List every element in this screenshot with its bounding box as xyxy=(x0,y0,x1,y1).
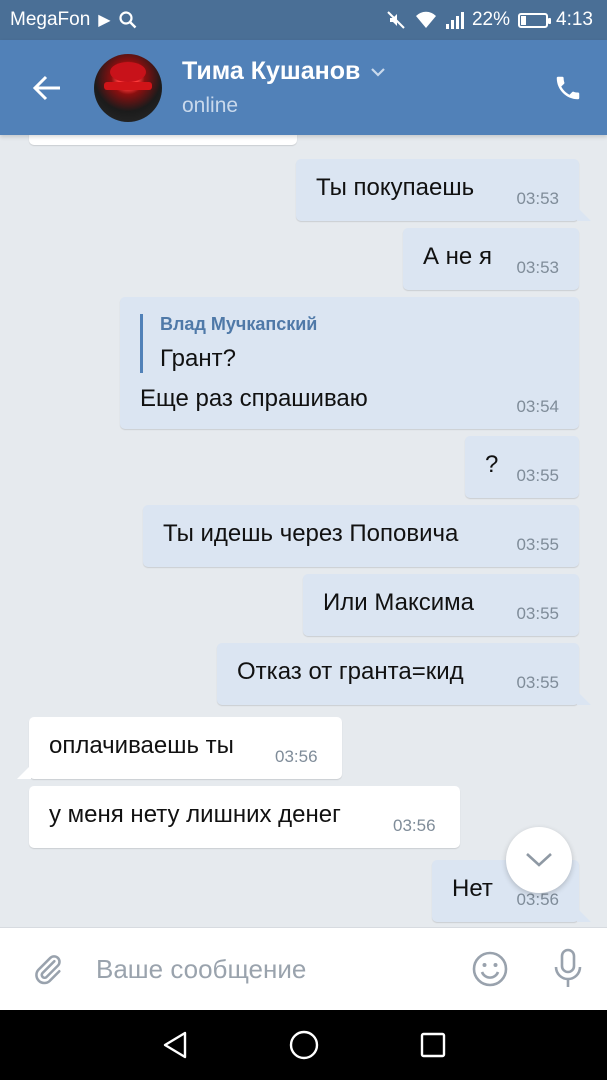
status-bar: MegaFon ▶ 22% 4:13 xyxy=(0,0,607,40)
contact-info[interactable]: Тима Кушанов online xyxy=(182,57,533,118)
message-text: Ты идешь через Поповича xyxy=(163,520,459,547)
message-text: А не я xyxy=(423,243,492,270)
microphone-icon xyxy=(554,948,582,987)
status-bar-right: 22% 4:13 xyxy=(386,9,593,31)
bubble-tail xyxy=(577,691,591,705)
message-bubble-outgoing[interactable]: А не я 03:53 xyxy=(403,228,579,290)
bubble-tail xyxy=(577,207,591,221)
message-time: 03:53 xyxy=(516,258,559,277)
message-text: оплачиваешь ты xyxy=(49,732,234,759)
signal-icon xyxy=(445,11,464,29)
nav-recents-button[interactable] xyxy=(413,1025,453,1065)
nav-recents-icon xyxy=(420,1032,445,1058)
reply-text: Грант? xyxy=(160,345,236,372)
message-bubble-incoming[interactable] xyxy=(29,135,297,145)
voice-message-button[interactable] xyxy=(529,928,607,1011)
message-bubble-reply[interactable]: Влад Мучкапский Грант? Еще раз спрашиваю… xyxy=(120,297,579,429)
scroll-down-button[interactable] xyxy=(506,827,572,893)
message-text: Еще раз спрашиваю xyxy=(140,385,368,412)
contact-status: online xyxy=(182,94,239,117)
emoji-button[interactable] xyxy=(451,928,529,1011)
message-text: Или Максима xyxy=(323,589,474,616)
message-bubble-incoming[interactable]: оплачиваешь ты 03:56 xyxy=(17,717,342,779)
clock: 4:13 xyxy=(556,9,593,30)
message-time: 03:55 xyxy=(516,535,559,554)
call-button[interactable] xyxy=(533,40,603,135)
message-text: у меня нету лишних денег xyxy=(49,801,341,828)
chevron-down-icon xyxy=(526,853,552,867)
status-bar-left: MegaFon ▶ xyxy=(10,9,137,31)
message-composer xyxy=(0,927,607,1010)
message-bubble-outgoing[interactable]: Отказ от гранта=кид 03:55 xyxy=(217,643,591,705)
bubble-tail xyxy=(577,908,591,922)
system-navigation-bar xyxy=(0,1010,607,1080)
message-time: 03:53 xyxy=(516,189,559,208)
message-text: ? xyxy=(485,451,499,478)
bubble-tail xyxy=(17,765,31,779)
message-time: 03:55 xyxy=(516,604,559,623)
paperclip-icon xyxy=(35,955,61,985)
message-list[interactable]: Ты покупаешь 03:53 А не я 03:53 Влад Муч… xyxy=(0,135,607,927)
search-icon xyxy=(118,11,136,29)
battery-level-fill xyxy=(521,15,527,25)
reply-quote[interactable]: Влад Мучкапский Грант? xyxy=(140,314,317,373)
message-time: 03:55 xyxy=(516,673,559,692)
nav-home-icon xyxy=(289,1030,318,1060)
play-icon: ▶ xyxy=(98,12,111,29)
chat-header: Тима Кушанов online xyxy=(0,40,607,135)
message-text: Нет xyxy=(452,875,493,902)
back-button[interactable] xyxy=(0,40,94,135)
smiley-icon xyxy=(472,951,508,987)
nav-back-button[interactable] xyxy=(155,1025,195,1065)
chevron-down-icon xyxy=(371,67,386,77)
back-arrow-icon xyxy=(32,75,60,100)
message-bubble-incoming[interactable]: у меня нету лишних денег 03:56 xyxy=(29,786,460,848)
contact-name-row: Тима Кушанов xyxy=(182,57,533,86)
message-bubble-outgoing[interactable]: Или Максима 03:55 xyxy=(303,574,579,636)
nav-back-icon xyxy=(163,1031,186,1059)
avatar[interactable] xyxy=(94,53,162,122)
message-time: 03:56 xyxy=(516,890,559,909)
message-time: 03:55 xyxy=(516,466,559,485)
nav-home-button[interactable] xyxy=(284,1025,324,1065)
battery-icon xyxy=(518,12,552,28)
reply-author: Влад Мучкапский xyxy=(160,314,318,334)
message-bubble-outgoing[interactable]: ? 03:55 xyxy=(465,436,579,498)
mute-icon xyxy=(387,11,405,29)
attach-button[interactable] xyxy=(0,928,96,1011)
message-bubble-outgoing[interactable]: Ты идешь через Поповича 03:55 xyxy=(143,505,579,567)
contact-name: Тима Кушанов xyxy=(182,57,361,85)
wifi-icon xyxy=(415,11,436,29)
carrier-name: MegaFon xyxy=(10,9,91,30)
message-time: 03:56 xyxy=(275,747,318,766)
message-bubble-outgoing[interactable]: Ты покупаешь 03:53 xyxy=(296,159,591,221)
message-text: Ты покупаешь xyxy=(316,174,475,201)
message-time: 03:54 xyxy=(516,397,559,416)
message-text: Отказ от гранта=кид xyxy=(237,658,464,685)
message-input[interactable] xyxy=(96,953,451,985)
battery-percent: 22% xyxy=(471,9,511,30)
phone-icon xyxy=(556,76,580,99)
message-time: 03:56 xyxy=(393,816,436,835)
